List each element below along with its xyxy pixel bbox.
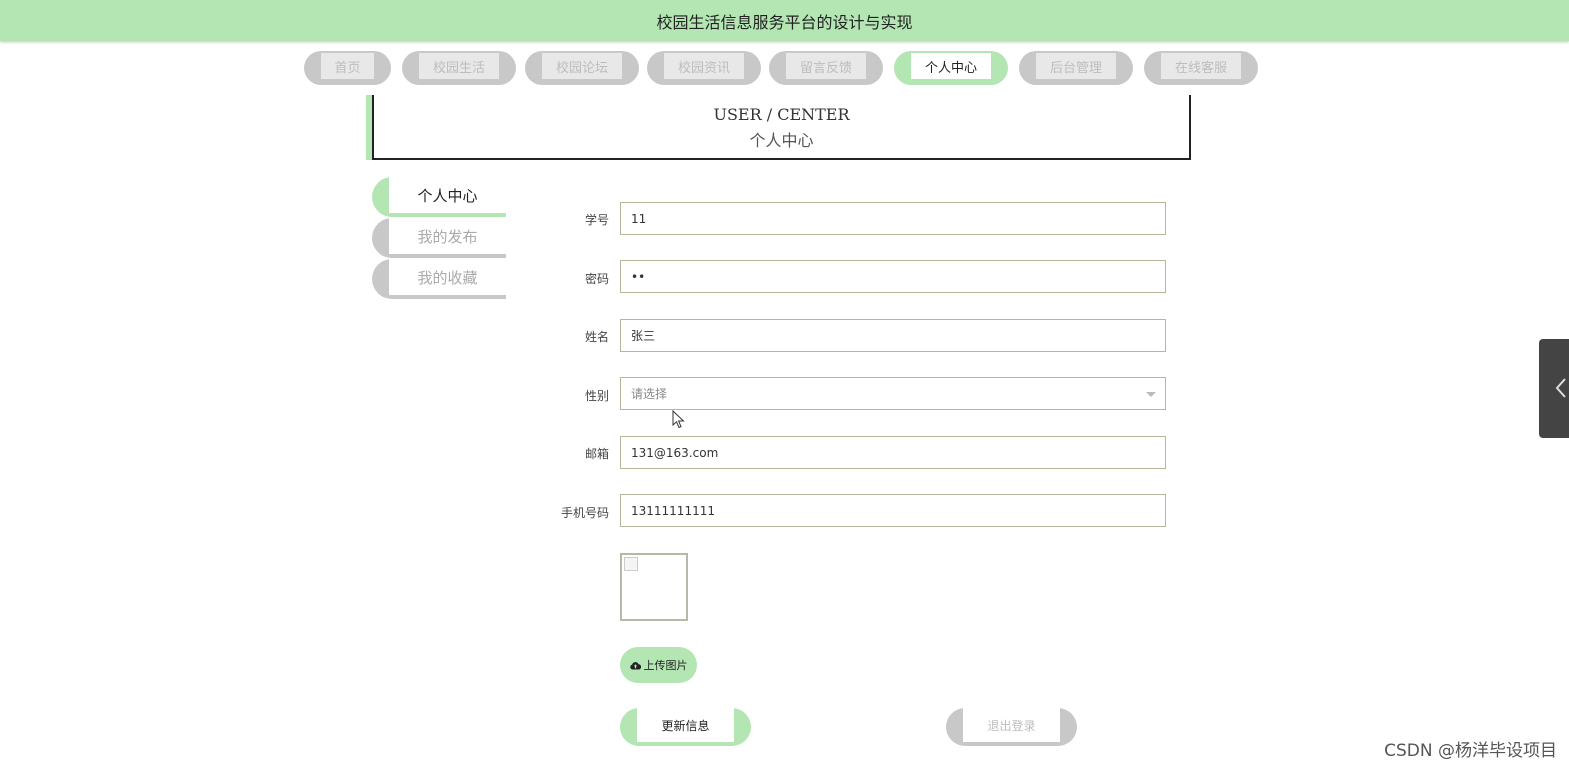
sidebar-item-my-favorites[interactable]: 我的收藏 [372,259,506,299]
nav-item-label: 后台管理 [1036,53,1116,79]
student-id-value: 11 [631,211,647,226]
student-id-label: 学号 [584,213,609,227]
name-input[interactable]: 张三 [620,319,1166,352]
upload-button-label: 上传图片 [643,659,688,672]
watermark-text: CSDN @杨洋毕设项目 [1384,741,1557,761]
email-label: 邮箱 [584,447,609,461]
nav-item-feedback[interactable]: 留言反馈 [769,51,883,85]
update-info-button[interactable]: 更新信息 [620,708,751,746]
banner-frame: USER / CENTER 个人中心 [372,95,1191,160]
nav-item-label: 在线客服 [1161,53,1241,79]
nav-item-user-center[interactable]: 个人中心 [894,51,1008,85]
password-input[interactable]: •• [620,260,1166,293]
phone-input[interactable]: 13111111111 [620,494,1166,527]
email-value: 131@163.com [631,445,719,460]
logout-button-label: 退出登录 [963,708,1060,742]
broken-image-icon [624,557,638,571]
gender-select[interactable]: 请选择 [620,377,1166,410]
nav-item-label: 首页 [321,53,374,79]
update-button-label: 更新信息 [637,708,734,742]
page-banner: USER / CENTER 个人中心 [366,95,1191,160]
sidebar-item-label: 我的收藏 [389,259,506,295]
logout-button[interactable]: 退出登录 [946,708,1077,746]
nav-item-campus-life[interactable]: 校园生活 [402,51,516,85]
phone-value: 13111111111 [631,503,715,518]
nav-item-home[interactable]: 首页 [304,51,391,85]
chevron-down-icon [1146,392,1156,397]
cloud-upload-icon [629,661,641,669]
sidebar-item-label: 个人中心 [389,177,506,213]
upload-image-button[interactable]: 上传图片 [620,647,697,683]
student-id-input[interactable]: 11 [620,202,1166,235]
nav-item-online-service[interactable]: 在线客服 [1144,51,1258,85]
nav-item-label: 校园论坛 [542,53,622,79]
main-nav: 首页 校园生活 校园论坛 校园资讯 留言反馈 个人中心 后台管理 在线客服 [0,51,1569,85]
phone-label: 手机号码 [560,506,609,520]
nav-item-label: 校园资讯 [664,53,744,79]
banner-title-cn: 个人中心 [749,131,814,150]
sidebar-item-label: 我的发布 [389,218,506,254]
email-input[interactable]: 131@163.com [620,436,1166,469]
gender-placeholder: 请选择 [631,387,668,401]
nav-item-label: 留言反馈 [786,53,866,79]
name-value: 张三 [631,329,656,343]
mouse-cursor-icon [672,410,685,429]
banner-title-en: USER / CENTER [713,105,850,124]
avatar-preview [620,553,688,621]
nav-item-forum[interactable]: 校园论坛 [525,51,639,85]
password-value: •• [631,269,646,284]
chevron-left-icon [1555,378,1566,398]
nav-item-admin[interactable]: 后台管理 [1019,51,1133,85]
top-header-bar: 校园生活信息服务平台的设计与实现 [0,0,1569,41]
gender-label: 性别 [584,389,609,403]
nav-item-label: 校园生活 [419,53,499,79]
name-label: 姓名 [584,330,609,344]
nav-item-label: 个人中心 [911,53,991,79]
sidebar-item-my-posts[interactable]: 我的发布 [372,218,506,258]
sidebar-item-user-center[interactable]: 个人中心 [372,177,506,217]
nav-item-news[interactable]: 校园资讯 [647,51,761,85]
password-label: 密码 [584,272,609,286]
site-title: 校园生活信息服务平台的设计与实现 [656,12,913,32]
side-collapse-tab[interactable] [1539,339,1569,438]
